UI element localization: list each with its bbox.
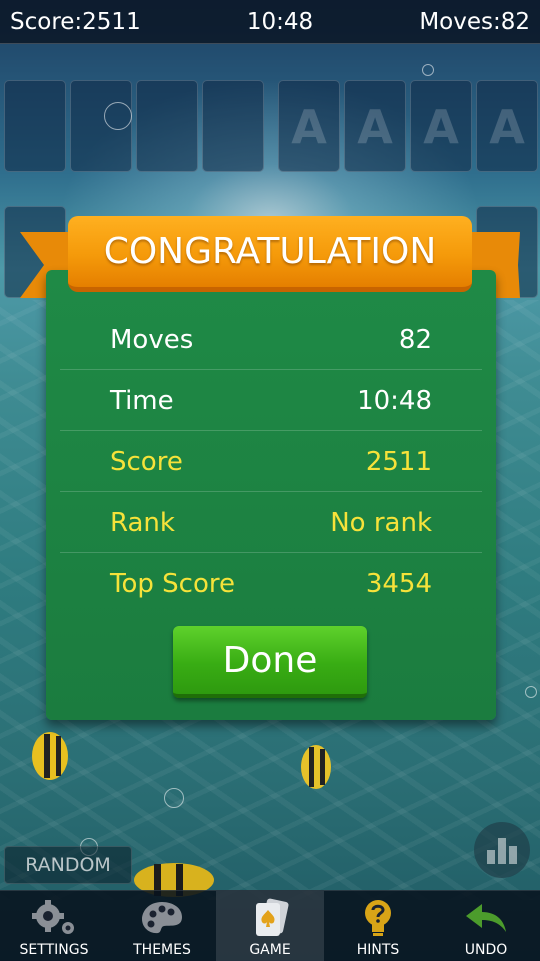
result-row-top-score: Top Score 3454 [60, 554, 482, 614]
nav-label: SETTINGS [19, 942, 89, 958]
bubble-decoration [525, 686, 537, 698]
row-label: Top Score [110, 569, 235, 599]
result-row-moves: Moves 82 [60, 310, 482, 370]
bubble-decoration [422, 64, 434, 76]
bubble-decoration [164, 788, 184, 808]
foundation-slot[interactable]: A [476, 80, 538, 172]
dialog-title: CONGRATULATION [103, 231, 437, 272]
bar-chart-icon [509, 846, 517, 864]
nav-label: HINTS [356, 942, 400, 958]
leaderboard-button[interactable] [474, 822, 530, 878]
row-label: Time [110, 385, 174, 416]
nav-undo[interactable]: UNDO [432, 891, 540, 961]
bottom-nav: SETTINGS THEMES GAME HINTS UNDO [0, 890, 540, 961]
cards-icon [256, 898, 289, 936]
row-value: 2511 [365, 446, 432, 477]
row-value: 82 [398, 324, 432, 355]
moves-readout: Moves:82 [419, 8, 530, 35]
nav-label: GAME [249, 942, 291, 958]
row-value: No rank [330, 507, 432, 538]
foundation-slot[interactable]: A [278, 80, 340, 172]
foundation-slot[interactable]: A [410, 80, 472, 172]
foundation-slot[interactable]: A [344, 80, 406, 172]
question-bulb-icon [365, 900, 391, 936]
score-readout: Score:2511 [10, 8, 141, 35]
fish-decoration [32, 732, 68, 780]
palette-icon [142, 902, 182, 934]
result-row-score: Score 2511 [60, 432, 482, 492]
gear-icon [32, 900, 74, 934]
result-row-time: Time 10:48 [60, 371, 482, 431]
dialog-title-banner: CONGRATULATION [68, 216, 472, 292]
random-button[interactable]: RANDOM [4, 846, 132, 884]
row-label: Score [110, 446, 183, 477]
congratulation-dialog: Moves 82 Time 10:48 Score 2511 Rank No r… [46, 270, 496, 720]
time-readout: 10:48 [246, 8, 314, 35]
nav-label: UNDO [464, 942, 508, 958]
row-label: Moves [110, 324, 194, 355]
bubble-decoration [104, 102, 132, 130]
fish-decoration [301, 745, 331, 789]
done-button[interactable]: Done [173, 626, 367, 698]
waste-slot[interactable] [136, 80, 198, 172]
nav-hints[interactable]: HINTS [324, 891, 432, 961]
status-bar: Score:2511 10:48 Moves:82 [0, 0, 540, 44]
nav-label: THEMES [133, 942, 191, 958]
row-value: 3454 [365, 569, 432, 599]
row-label: Rank [110, 507, 175, 538]
nav-themes[interactable]: THEMES [108, 891, 216, 961]
nav-game[interactable]: GAME [216, 891, 324, 961]
bar-chart-icon [487, 850, 495, 864]
result-row-rank: Rank No rank [60, 493, 482, 553]
nav-settings[interactable]: SETTINGS [0, 891, 108, 961]
bar-chart-icon [498, 838, 506, 864]
waste-slot[interactable] [202, 80, 264, 172]
stock-pile[interactable] [4, 80, 66, 172]
row-value: 10:48 [357, 385, 432, 416]
undo-arrow-icon [466, 904, 506, 932]
